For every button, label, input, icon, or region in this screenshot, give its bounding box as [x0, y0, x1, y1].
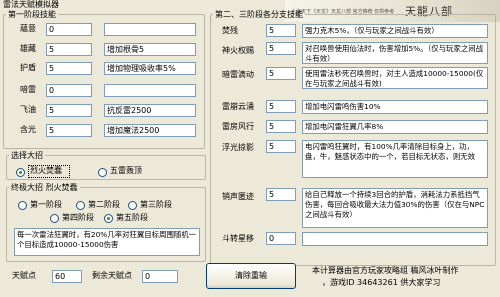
radio-stage-2[interactable] — [76, 201, 85, 210]
branch-skill-effect: 增加电闪雷狂翼几率8% — [302, 120, 488, 134]
final-ultimate-legend: 终极大招 烈火焚蠢 — [11, 183, 78, 192]
radio-wu-lei[interactable] — [98, 168, 107, 177]
stage1-legend: 第一阶段技能 — [8, 10, 56, 19]
stage1-skill-points[interactable]: 5 — [46, 62, 92, 75]
branch-skill-label: 焚残 — [222, 26, 238, 35]
stage1-skill-label: 飞油 — [20, 105, 36, 114]
branch-skill-effect: 给自己释放一个持续3回合的护盾，消耗法力系抵挡气伤害，每回合吸收最大法力值30%… — [302, 188, 488, 228]
branch-skill-points[interactable]: 0 — [266, 232, 296, 245]
branch-skill-points[interactable]: 5 — [266, 24, 296, 37]
branch-skill-effect: 对召唤兽使用仙法时，伤害增加5%。（仅与玩家之间战斗有效） — [302, 42, 488, 64]
branch-skill-points[interactable]: 5 — [266, 140, 296, 153]
stage1-skill-label: 含光 — [20, 125, 36, 134]
stage1-skill-points[interactable]: 5 — [46, 124, 92, 137]
remaining-points-label: 剩余天赋点 — [92, 271, 132, 280]
radio-stage-3-label[interactable]: 第三阶段 — [140, 200, 172, 210]
branch-skill-label: 神火权赐 — [222, 46, 254, 55]
stage1-skill-effect — [104, 23, 196, 36]
talent-points-field[interactable]: 60 — [52, 270, 82, 283]
radio-stage-4[interactable] — [50, 214, 59, 223]
stage1-skill-label: 护盾 — [20, 63, 36, 72]
final-ultimate-description: 每一次雷法狂翼时，有20%几率对狂翼目标周围随机一个目标造成10000-1500… — [14, 228, 200, 256]
branch-skill-label: 雷房风行 — [222, 122, 254, 131]
radio-wu-lei-label[interactable]: 五雷轰顶 — [110, 166, 142, 176]
reset-button[interactable]: 清除重输 — [206, 263, 296, 289]
branch-skill-effect: 强力克木5%，（仅与玩家之间战斗有效） — [302, 24, 488, 38]
stage1-skill-points[interactable]: 0 — [46, 23, 92, 36]
branch-skill-effect: 电闪雷鸣狂翼时，有100%几率清除目标身上，功，盘，牛，魅惑状态中的一个，若目标… — [302, 140, 488, 178]
remaining-points-field[interactable]: 0 — [142, 270, 178, 283]
radio-stage-4-label[interactable]: 第四阶段 — [62, 213, 94, 223]
radio-stage-1[interactable] — [18, 201, 27, 210]
branch-skill-points[interactable]: 5 — [266, 188, 296, 201]
stage1-skill-effect — [104, 84, 196, 97]
radio-stage-2-label[interactable]: 第二阶段 — [88, 200, 120, 210]
choose-ultimate-legend: 选择大招 — [11, 151, 43, 160]
branch-skill-label: 斗转星移 — [222, 234, 254, 243]
branch-skill-label: 雷崩云涌 — [222, 102, 254, 111]
stage1-skill-points[interactable]: 5 — [46, 43, 92, 56]
stage1-skill-label: 雄藏 — [20, 44, 36, 53]
branch-skill-effect: 使用雷法秒死召唤兽时，对主人造成10000-15000(仅在与玩家之间战斗有效) — [302, 67, 488, 89]
stage1-skill-effect: 抗反雷2500 — [104, 104, 196, 117]
stage1-skill-label: 蘊意 — [20, 24, 36, 33]
branch-skill-label: 浮光掠影 — [222, 143, 254, 152]
branch-skill-effect — [302, 232, 488, 246]
stage1-skill-effect: 增加物理吸收率5% — [104, 62, 196, 75]
branch-skill-label: 销声匿迹 — [222, 192, 254, 201]
talent-points-label: 天赋点 — [12, 271, 36, 280]
stage1-skill-points[interactable]: 5 — [46, 104, 92, 117]
radio-lie-huo[interactable] — [16, 168, 25, 177]
stage23-legend: 第二、三阶段各分支技能 — [215, 10, 303, 19]
radio-stage-3[interactable] — [128, 201, 137, 210]
radio-stage-5[interactable] — [104, 214, 113, 223]
branch-skill-points[interactable]: 5 — [266, 100, 296, 113]
credits-line-2: ，游戏ID 34643261 供大家学习 — [322, 278, 441, 287]
radio-lie-huo-label[interactable]: 烈火焚蠢 — [30, 166, 62, 176]
credits-line-1: 本计算器由官方玩家攻略组 稿风冰叶制作 — [312, 266, 459, 275]
branch-skill-points[interactable]: 5 — [266, 42, 296, 55]
branch-skill-points[interactable]: 5 — [266, 67, 296, 80]
stage1-skill-points[interactable]: 0 — [46, 84, 92, 97]
stage1-skill-effect: 增加魔法2500 — [104, 124, 196, 137]
radio-stage-1-label[interactable]: 第一阶段 — [30, 200, 62, 210]
stage1-skill-label: 喑雷 — [20, 85, 36, 94]
branch-skill-effect: 增加电闪雷鸣伤害10% — [302, 100, 488, 114]
radio-stage-5-label[interactable]: 第五阶段 — [116, 213, 148, 223]
stage1-skill-effect: 增加根骨5 — [104, 43, 196, 56]
branch-skill-points[interactable]: 5 — [266, 120, 296, 133]
branch-skill-label: 暗雷滴动 — [222, 70, 254, 79]
